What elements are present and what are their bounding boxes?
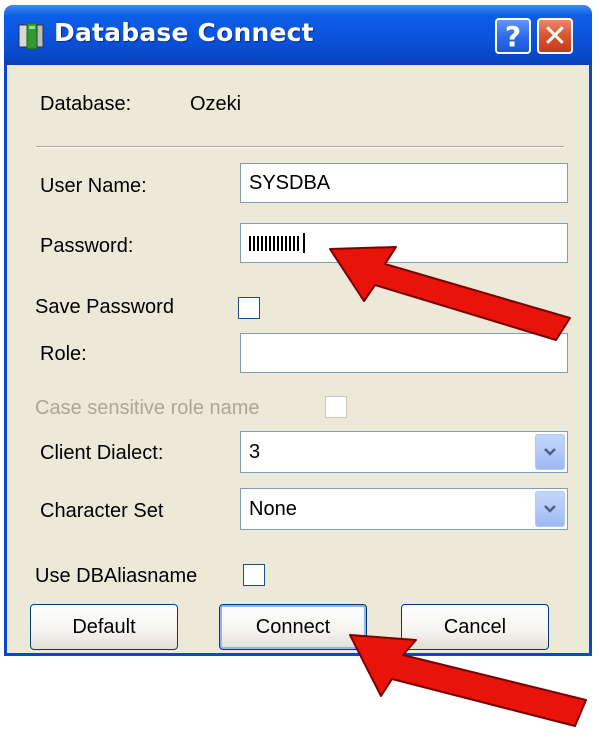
red-arrow-icon bbox=[349, 634, 587, 727]
red-arrow-icon bbox=[329, 246, 571, 341]
annotation-layer bbox=[329, 246, 587, 727]
